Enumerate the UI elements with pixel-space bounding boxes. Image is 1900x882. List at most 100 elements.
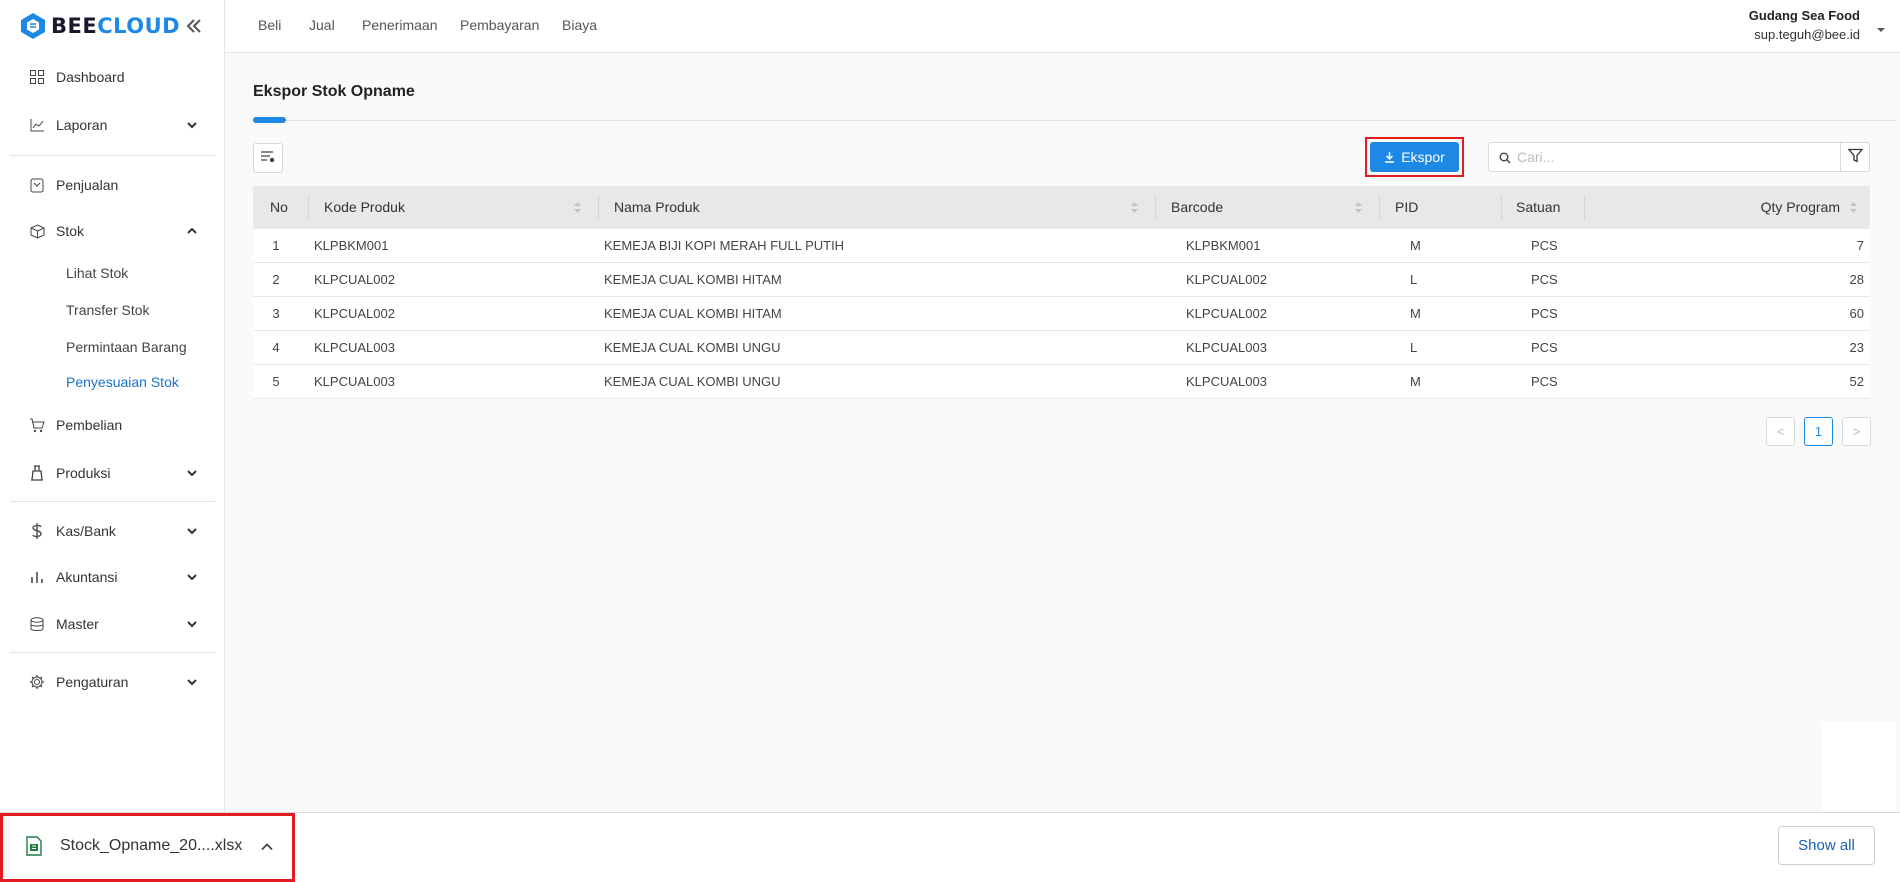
sidebar-item-label: Akuntansi [56,569,118,585]
topmenu-pembayaran[interactable]: Pembayaran [460,17,539,33]
receipt-icon [28,176,46,194]
sidebar-item-akuntansi[interactable]: Akuntansi [10,559,215,595]
sidebar-item-produksi[interactable]: Produksi [10,455,215,491]
title-accent-bar [253,117,286,123]
cell-kode-produk: KLPCUAL003 [314,374,395,389]
sidebar: BEECLOUD Dashboard Laporan Penjualan Sto… [0,0,225,812]
sidebar-item-pembelian[interactable]: Pembelian [10,407,215,443]
sidebar-subitem-penyesuaian-stok[interactable]: Penyesuaian Stok [66,374,179,390]
sidebar-subitem-permintaan-barang[interactable]: Permintaan Barang [66,339,187,355]
sort-icon[interactable] [1354,201,1363,214]
topmenu-biaya[interactable]: Biaya [562,17,597,33]
cell-qty-program: 28 [1849,272,1864,287]
cell-no: 5 [272,374,280,389]
cell-barcode: KLPCUAL002 [1186,306,1267,321]
table-row[interactable]: 1 KLPBKM001 KEMEJA BIJI KOPI MERAH FULL PU… [253,229,1870,263]
sidebar-item-label: Pembelian [56,417,123,433]
top-bar: Beli Jual Penerimaan Pembayaran Biaya Gu… [225,0,1900,53]
bee-logo-icon [20,12,46,40]
cell-pid: M [1410,306,1421,321]
table-header: No Kode Produk Nama Produk Barcode PID S… [253,186,1870,229]
col-header-no[interactable]: No [270,186,288,229]
cell-kode-produk: KLPCUAL003 [314,340,395,355]
factory-icon [28,464,46,482]
stock-table: No Kode Produk Nama Produk Barcode PID S… [253,186,1870,399]
cell-barcode: KLPCUAL002 [1186,272,1267,287]
filter-icon [1847,148,1863,166]
topmenu-beli[interactable]: Beli [258,17,281,33]
gear-icon [28,673,46,691]
table-body: 1 KLPBKM001 KEMEJA BIJI KOPI MERAH FULL PU… [253,229,1870,399]
cell-no: 4 [272,340,280,355]
pagination-prev-button[interactable]: < [1766,417,1795,446]
topmenu-penerimaan[interactable]: Penerimaan [362,17,438,33]
sidebar-divider [10,155,215,156]
sidebar-divider [10,501,215,502]
cell-nama-produk: KEMEJA BIJI KOPI MERAH FULL PUTIH [604,238,845,253]
col-header-barcode[interactable]: Barcode [1171,186,1223,229]
cell-pid: M [1410,374,1421,389]
table-row[interactable]: 5 KLPCUAL003 KEMEJA CUAL KOMBI UNGU KLPCUAL… [253,365,1870,399]
filter-button[interactable] [1840,142,1870,172]
brand-name: BEECLOUD [51,14,180,38]
caret-down-icon[interactable] [1876,22,1886,32]
sidebar-subitem-lihat-stok[interactable]: Lihat Stok [66,265,128,281]
sidebar-item-kasbank[interactable]: Kas/Bank [10,513,215,549]
sidebar-item-label: Laporan [56,117,108,133]
sidebar-item-pengaturan[interactable]: Pengaturan [10,664,215,700]
table-row[interactable]: 2 KLPCUAL002 KEMEJA CUAL KOMBI HITAM KLPCUA… [253,263,1870,297]
sort-icon[interactable] [1130,201,1139,214]
cell-qty-program: 23 [1849,340,1864,355]
col-header-nama-produk[interactable]: Nama Produk [614,186,700,229]
col-separator [598,195,599,220]
title-divider [253,120,1896,121]
search-input[interactable] [1517,149,1827,165]
table-row[interactable]: 3 KLPCUAL002 KEMEJA CUAL KOMBI HITAM KLPCUA… [253,297,1870,331]
collapse-sidebar-icon[interactable] [184,16,204,36]
database-icon [28,615,46,633]
sidebar-item-label: Pengaturan [56,674,129,690]
pagination-page-1[interactable]: 1 [1804,417,1833,446]
cell-nama-produk: KEMEJA CUAL KOMBI UNGU [604,340,781,355]
sidebar-item-master[interactable]: Master [10,606,215,642]
cell-no: 2 [272,272,280,287]
user-menu[interactable]: Gudang Sea Food sup.teguh@bee.id [1749,8,1860,42]
chevron-down-icon [185,466,199,480]
col-separator [308,195,309,220]
col-header-kode-produk[interactable]: Kode Produk [324,186,405,229]
brand-logo[interactable]: BEECLOUD [0,0,224,52]
chevron-up-icon[interactable] [260,840,274,854]
export-button[interactable]: Ekspor [1370,142,1459,172]
table-row[interactable]: 4 KLPCUAL003 KEMEJA CUAL KOMBI UNGU KLPCUAL… [253,331,1870,365]
cell-pid: L [1410,272,1418,287]
sidebar-item-stok[interactable]: Stok [10,213,215,249]
col-header-qty-program[interactable]: Qty Program [1761,186,1840,229]
cell-barcode: KLPCUAL003 [1186,374,1267,389]
sidebar-item-label: Dashboard [56,69,125,85]
cell-barcode: KLPBKM001 [1186,238,1261,253]
main-content: Ekspor Stok Opname Ekspor No Kode Produk… [225,53,1900,812]
column-settings-button[interactable] [253,143,283,173]
show-all-button[interactable]: Show all [1778,826,1875,865]
cell-satuan: PCS [1531,238,1558,253]
pagination-next-button[interactable]: > [1842,417,1871,446]
chevron-down-icon [185,675,199,689]
col-header-pid[interactable]: PID [1395,186,1418,229]
sidebar-item-dashboard[interactable]: Dashboard [10,59,215,95]
sidebar-item-label: Produksi [56,465,111,481]
sidebar-divider [10,652,215,653]
sidebar-item-penjualan[interactable]: Penjualan [10,167,215,203]
cell-satuan: PCS [1531,306,1558,321]
sort-icon[interactable] [573,201,582,214]
user-email: sup.teguh@bee.id [1754,27,1860,42]
sidebar-subitem-transfer-stok[interactable]: Transfer Stok [66,302,150,318]
sidebar-item-label: Kas/Bank [56,523,116,539]
col-header-satuan[interactable]: Satuan [1516,186,1560,229]
sort-icon[interactable] [1849,201,1858,214]
topmenu-jual[interactable]: Jual [309,17,335,33]
cell-satuan: PCS [1531,272,1558,287]
sidebar-item-laporan[interactable]: Laporan [10,107,215,143]
download-file-name[interactable]: Stock_Opname_20....xlsx [60,837,242,855]
cell-qty-program: 7 [1856,238,1864,253]
cell-no: 3 [272,306,280,321]
